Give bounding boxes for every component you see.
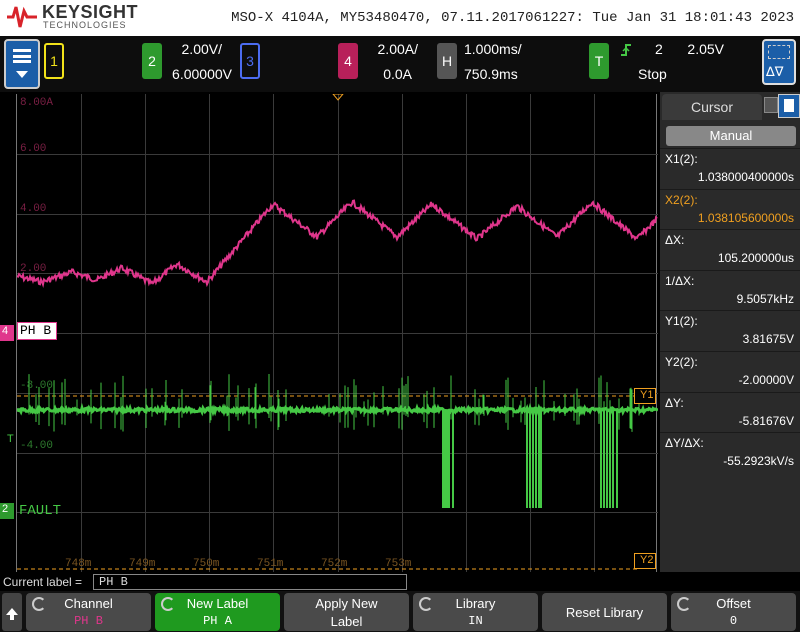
trigger-level: 2.05V [687, 41, 724, 57]
softkey-value: Label [330, 614, 363, 629]
cursor-readout-value: 3.81675V [742, 332, 794, 347]
cursor-readout-label: X2(2): [665, 192, 698, 207]
cursor-readout-row: X1(2): 1.038000400000s [660, 148, 800, 188]
document-icon[interactable] [778, 94, 800, 118]
offset-softkey[interactable]: Offset 0 [671, 593, 796, 631]
back-up-button[interactable] [2, 593, 22, 631]
x-tick-label: 750m [193, 558, 220, 570]
cursor-readout-row: X2(2): 1.038105600000s [660, 188, 800, 229]
ch2-y-tick-label: -8.00 [20, 380, 54, 392]
softkey-bar: Channel PH B New Label PH A Apply New La… [0, 591, 800, 632]
cursor-icon [768, 45, 790, 59]
ch4-y-tick-label: 8.00A [20, 97, 54, 109]
measure-menu-button[interactable]: ∆∇ [762, 39, 796, 85]
cursor-readout-row: Y2(2): -2.00000V [660, 351, 800, 391]
ch2-button[interactable]: 2 [142, 43, 162, 79]
cursor-readout-label: Y1(2): [665, 314, 698, 329]
cursor-readout-value: -55.2923kV/s [723, 454, 794, 469]
cursor-y2-marker[interactable]: Y2 [634, 553, 656, 569]
cursor-readout-label: ΔY/ΔX: [665, 436, 704, 451]
cursor-readout-value: 9.5057kHz [736, 291, 794, 306]
ch2-y-tick-label: -4.00 [20, 440, 54, 452]
softkey-title: New Label [186, 596, 249, 611]
panel-close-icon[interactable] [764, 97, 778, 113]
current-label-field[interactable]: PH B [93, 574, 407, 590]
ch4-y-tick-label: 2.00 [20, 263, 47, 275]
ch2-offset: 6.00000V [172, 66, 232, 82]
title-bar: KEYSIGHT TECHNOLOGIES MSO-X 4104A, MY534… [0, 0, 800, 36]
cursor-readout-value: -5.81676V [738, 413, 794, 428]
softkey-value: PH B [74, 614, 103, 628]
softkey-title: Library [455, 596, 496, 611]
softkey-value: PH A [203, 614, 232, 628]
timebase-value: 1.000ms/ [464, 41, 522, 57]
cursor-tab[interactable]: Cursor [662, 94, 762, 120]
ch2-scale: 2.00V/ [181, 41, 222, 57]
ch3-button[interactable]: 3 [240, 43, 260, 79]
channel-softkey[interactable]: Channel PH B [26, 593, 151, 631]
run-state: Stop [638, 66, 667, 82]
current-label-row: Current label = PH B [0, 573, 800, 591]
ch4-scale: 2.00A/ [377, 41, 418, 57]
delay-value: 750.9ms [464, 66, 518, 82]
x-tick-label: 752m [321, 558, 348, 570]
softkey-title: Apply New [315, 596, 378, 611]
x-tick-label: 753m [385, 558, 412, 570]
library-softkey[interactable]: Library IN [413, 593, 538, 631]
keysight-logo-icon [7, 6, 37, 28]
rising-edge-icon [621, 44, 631, 56]
cursor-readout-value: 1.038000400000s [697, 170, 794, 184]
cursor-readout-label: X1(2): [665, 152, 698, 166]
waveform-traces [17, 199, 658, 570]
cursor-readout-label: 1/ΔX: [665, 273, 695, 288]
ch4-button[interactable]: 4 [338, 43, 358, 79]
new-label-softkey[interactable]: New Label PH A [155, 593, 280, 631]
cursor-readout-row: 1/ΔX: 9.5057kHz [660, 269, 800, 310]
apply-new-label-softkey[interactable]: Apply New Label [284, 593, 409, 631]
x-tick-label: 748m [65, 558, 92, 570]
trigger-marker: T [7, 433, 14, 445]
main-menu-button[interactable] [4, 39, 40, 89]
ch4-offset: 0.0A [383, 66, 412, 82]
horizontal-button[interactable]: H [437, 43, 457, 79]
cursor-readout-row: ΔX: 105.200000us [660, 229, 800, 269]
cursor-y1-marker[interactable]: Y1 [634, 388, 656, 404]
trigger-button[interactable]: T [589, 43, 609, 79]
cursor-readout-value: 105.200000us [717, 251, 794, 266]
softkey-title: Offset [716, 596, 751, 611]
cursor-mode-button[interactable]: Manual [666, 126, 796, 146]
ch4-label: PH B [17, 322, 57, 340]
menu-icon [13, 49, 31, 63]
cursor-readout-label: ΔX: [665, 233, 685, 248]
ch4-y-tick-label: 4.00 [20, 203, 47, 215]
softkey-value: IN [468, 614, 483, 628]
current-label-caption: Current label = [3, 575, 83, 589]
cursor-readout-label: Y2(2): [665, 355, 698, 369]
cursor-readout-value: -2.00000V [738, 373, 794, 387]
softkey-title: Reset Library [565, 605, 644, 620]
softkey-value: 0 [729, 614, 738, 628]
cursor-panel: Cursor Manual X1(2): 1.038000400000s X2(2)… [660, 92, 800, 572]
ch2-label: FAULT [19, 503, 62, 519]
brand-subtitle: TECHNOLOGIES [43, 20, 127, 30]
ch1-button[interactable]: 1 [44, 43, 64, 79]
waveform-display[interactable]: 8.00A 6.00 4.00 2.00 -8.00 -4.00 748m 749m 750m… [16, 94, 658, 572]
softkey-title: Channel [64, 596, 113, 611]
cursor-readout-row: ΔY: -5.81676V [660, 391, 800, 432]
cursor-readout-value: 1.038105600000s [697, 210, 794, 225]
chevron-down-icon [16, 71, 28, 78]
ch4-ground-marker[interactable]: 4 [0, 325, 14, 341]
cursor-readout-label: ΔY: [665, 395, 684, 410]
cursor-readout-row: Y1(2): 3.81675V [660, 310, 800, 350]
delta-icon: ∆∇ [766, 65, 784, 80]
cursor-readout-row: ΔY/ΔX: -55.2923kV/s [660, 432, 800, 472]
instrument-info: MSO-X 4104A, MY53480470, 07.11.201706122… [231, 10, 794, 26]
ch2-ground-marker[interactable]: 2 [0, 503, 14, 519]
reset-library-softkey[interactable]: Reset Library [542, 593, 667, 631]
ch4-y-tick-label: 6.00 [20, 143, 47, 155]
x-tick-label: 751m [257, 558, 284, 570]
channel-header: 1 2 2.00V/ 6.00000V 3 4 2.00A/ 0.0A H 1.… [0, 36, 800, 92]
trigger-source: 2 [655, 41, 663, 57]
x-tick-label: 749m [129, 558, 156, 570]
